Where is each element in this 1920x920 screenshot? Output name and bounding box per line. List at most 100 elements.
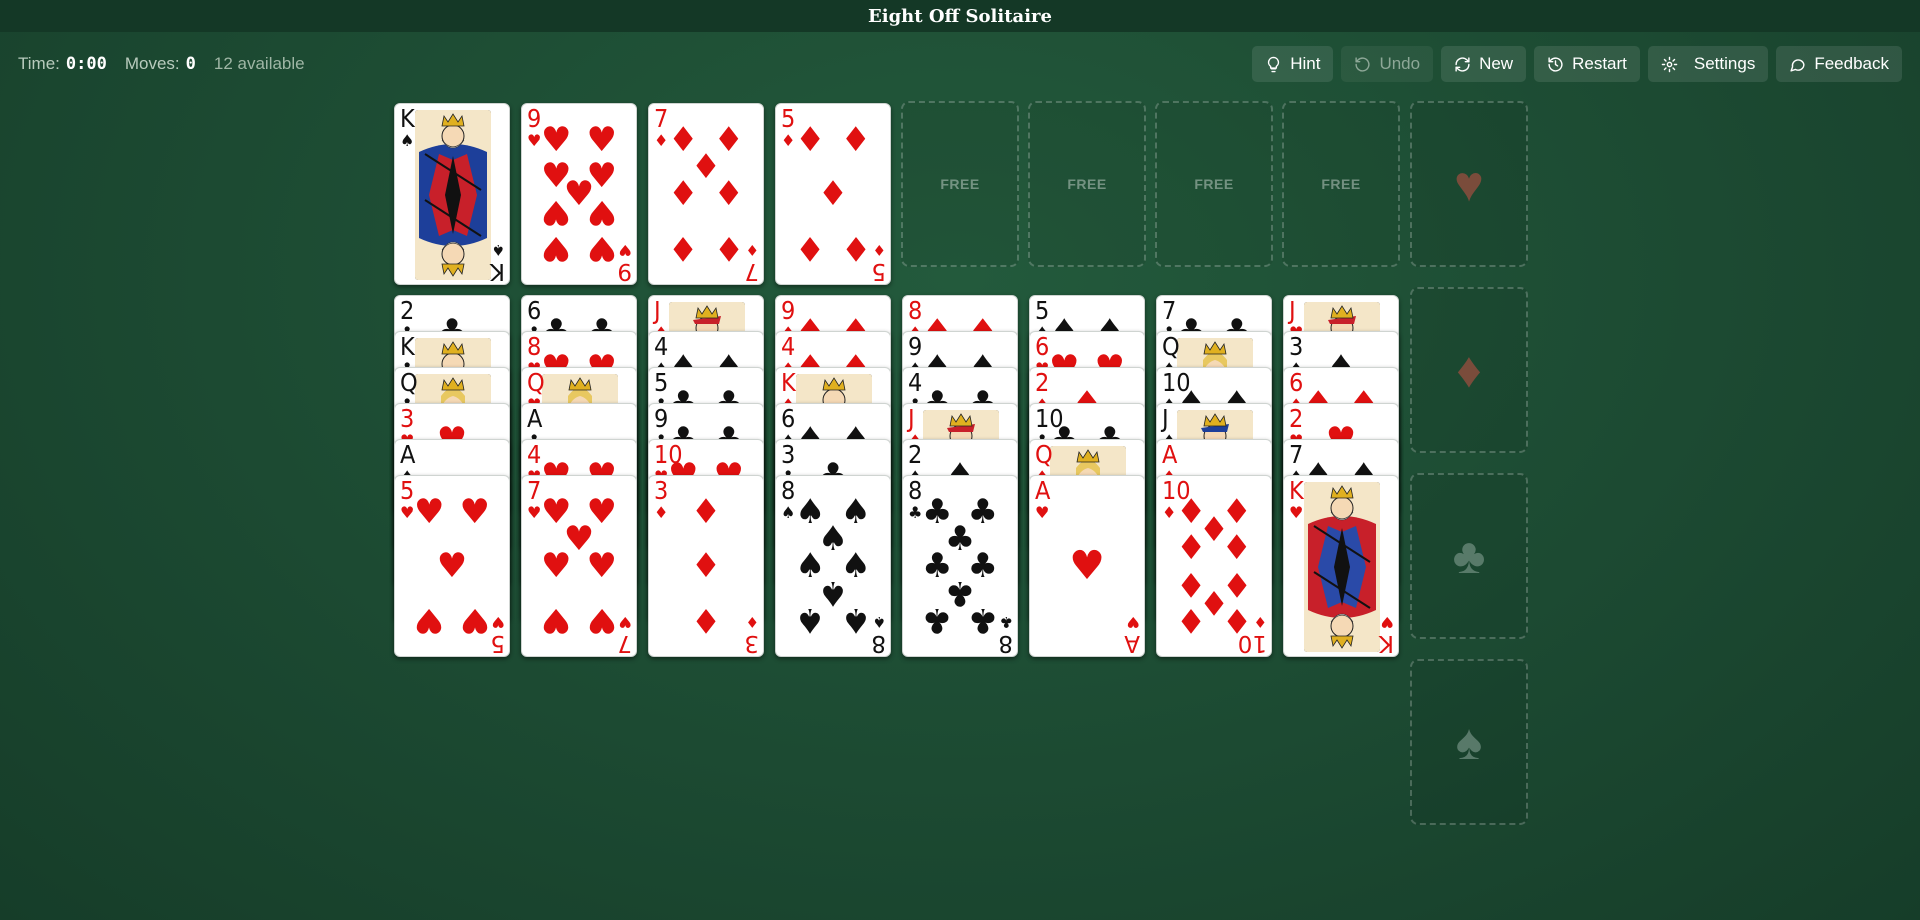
undo-button[interactable]: Undo bbox=[1341, 46, 1434, 82]
moves-label: Moves: bbox=[124, 54, 180, 73]
card-rank: J bbox=[1289, 296, 1296, 325]
card-rank: Q bbox=[1162, 332, 1180, 361]
card-rank: Q bbox=[1035, 440, 1053, 469]
free-cell-label: FREE bbox=[1321, 176, 1361, 192]
card-corner-bottom: K ♠ bbox=[489, 241, 505, 284]
card-rank: 3 bbox=[654, 476, 669, 505]
reserve-card-9-hearts[interactable]: ♥ ♥ ♥ ♥ ♥ ♥ ♥ ♥ ♥ 9 ♥ 9 ♥ bbox=[521, 103, 637, 285]
card-rank: K bbox=[400, 104, 415, 133]
card-rank: 9 bbox=[527, 104, 542, 133]
free-cell[interactable]: FREE bbox=[1155, 101, 1273, 267]
free-cell-label: FREE bbox=[940, 176, 980, 192]
status-bar: Time: 0:00 Moves: 0 12 available bbox=[18, 52, 305, 76]
time-value: 0:00 bbox=[65, 54, 107, 74]
feedback-button[interactable]: Feedback bbox=[1776, 46, 1902, 82]
reserve-card-k-spades[interactable]: K ♠ K ♠ bbox=[394, 103, 510, 285]
reserve-card-7-diamonds[interactable]: ♦ ♦ ♦ ♦ ♦ ♦ ♦ 7 ♦ 7 ♦ bbox=[648, 103, 764, 285]
card-rank: 8 bbox=[781, 476, 796, 505]
card-rank: 2 bbox=[908, 440, 923, 469]
card-rank: 9 bbox=[908, 332, 923, 361]
card-rank: 2 bbox=[400, 296, 415, 325]
foundation-hearts[interactable]: ♥ bbox=[1410, 101, 1528, 267]
hearts-pip-icon: ♥ bbox=[540, 546, 572, 586]
diamonds-pip-icon: ♦ bbox=[667, 228, 699, 268]
settings-button[interactable]: Settings bbox=[1647, 46, 1769, 82]
hearts-pip-icon: ♥ bbox=[540, 192, 572, 232]
hearts-pip-icon: ♥ bbox=[413, 600, 445, 640]
card-rank: A bbox=[527, 404, 543, 433]
undo-icon bbox=[1355, 56, 1371, 72]
diamonds-pip-icon: ♦ bbox=[713, 174, 745, 214]
diamonds-pip-icon: ♦ bbox=[817, 174, 849, 214]
card-rank: 10 bbox=[1162, 368, 1191, 397]
card-corner-bottom: 7 ♦ bbox=[744, 241, 759, 284]
card-rank: 7 bbox=[654, 104, 669, 133]
card-rank: J bbox=[1162, 404, 1169, 433]
diamond-icon: ♦ bbox=[1456, 342, 1482, 398]
tableau-card-5-hearts[interactable]: ♥ ♥ ♥ ♥ ♥ 5 ♥ 5 ♥ bbox=[394, 475, 510, 657]
foundation-clubs[interactable]: ♣ bbox=[1410, 473, 1528, 639]
card-rank: 3 bbox=[400, 404, 415, 433]
clubs-pip-icon: ♣ bbox=[921, 600, 953, 640]
tableau-card-8-spades[interactable]: ♠ ♠ ♠ ♠ ♠ ♠ ♠ ♠ 8 ♠ 8 ♠ bbox=[775, 475, 891, 657]
card-rank: K bbox=[781, 368, 796, 397]
free-cell[interactable]: FREE bbox=[1028, 101, 1146, 267]
card-rank: A bbox=[1035, 476, 1051, 505]
hearts-icon: ♥ bbox=[1289, 503, 1304, 522]
foundation-spades[interactable]: ♠ bbox=[1410, 659, 1528, 825]
card-rank: 3 bbox=[781, 440, 796, 469]
hearts-pip-icon: ♥ bbox=[436, 546, 468, 586]
card-rank: 9 bbox=[781, 296, 796, 325]
message-icon bbox=[1790, 58, 1805, 72]
card-rank: J bbox=[654, 296, 661, 325]
lightbulb-icon bbox=[1268, 56, 1280, 72]
card-rank: 8 bbox=[908, 476, 923, 505]
reserve-card-5-diamonds[interactable]: ♦ ♦ ♦ ♦ ♦ 5 ♦ 5 ♦ bbox=[775, 103, 891, 285]
card-rank: Q bbox=[527, 368, 545, 397]
free-cell-label: FREE bbox=[1067, 176, 1107, 192]
tableau-card-10-diamonds[interactable]: ♦ ♦ ♦ ♦ ♦ ♦ ♦ ♦ ♦ ♦ 10 ♦ 10 ♦ bbox=[1156, 475, 1272, 657]
moves-value: 0 bbox=[185, 54, 196, 74]
tableau-card-a-hearts[interactable]: ♥ A ♥ A ♥ bbox=[1029, 475, 1145, 657]
card-rank: 6 bbox=[781, 404, 796, 433]
free-cell[interactable]: FREE bbox=[1282, 101, 1400, 267]
card-rank: 6 bbox=[527, 296, 542, 325]
k-face-art bbox=[415, 110, 491, 280]
card-corner-bottom: 8 ♠ bbox=[871, 613, 886, 656]
diamonds-pip-icon: ♦ bbox=[1175, 528, 1207, 568]
card-rank: 5 bbox=[781, 104, 796, 133]
hearts-pip-icon: ♥ bbox=[459, 492, 491, 532]
card-corner-bottom: 7 ♥ bbox=[617, 613, 632, 656]
hearts-pip-icon: ♥ bbox=[1069, 543, 1105, 589]
free-cell[interactable]: FREE bbox=[901, 101, 1019, 267]
restart-button[interactable]: Restart bbox=[1534, 46, 1640, 82]
new-game-button[interactable]: New bbox=[1441, 46, 1527, 82]
toolbar: Hint Undo New Restart Settings Feedback bbox=[1252, 46, 1902, 82]
hearts-icon: ♥ bbox=[527, 131, 542, 150]
card-rank: 5 bbox=[654, 368, 669, 397]
spades-icon: ♠ bbox=[400, 131, 415, 150]
refresh-icon bbox=[1455, 56, 1470, 72]
card-rank: 5 bbox=[400, 476, 415, 505]
hint-button[interactable]: Hint bbox=[1252, 46, 1334, 82]
tableau-card-k-hearts[interactable]: K ♥ K ♥ bbox=[1283, 475, 1399, 657]
timer: Time: 0:00 bbox=[18, 54, 107, 74]
spade-icon: ♠ bbox=[1455, 714, 1483, 770]
hearts-icon: ♥ bbox=[1035, 503, 1050, 522]
time-label: Time: bbox=[18, 54, 60, 73]
tableau-card-8-clubs[interactable]: ♣ ♣ ♣ ♣ ♣ ♣ ♣ ♣ 8 ♣ 8 ♣ bbox=[902, 475, 1018, 657]
settings-label: Settings bbox=[1693, 54, 1756, 73]
diamonds-icon: ♦ bbox=[781, 131, 796, 150]
foundation-diamonds[interactable]: ♦ bbox=[1410, 287, 1528, 453]
card-rank: 10 bbox=[1162, 476, 1191, 505]
tableau-card-7-hearts[interactable]: ♥ ♥ ♥ ♥ ♥ ♥ ♥ 7 ♥ 7 ♥ bbox=[521, 475, 637, 657]
card-corner-bottom: A ♥ bbox=[1124, 613, 1140, 656]
hearts-icon: ♥ bbox=[400, 503, 415, 522]
card-corner-bottom: 10 ♦ bbox=[1237, 613, 1267, 656]
card-rank: 4 bbox=[781, 332, 796, 361]
diamonds-icon: ♦ bbox=[654, 131, 669, 150]
restart-label: Restart bbox=[1572, 54, 1627, 73]
card-rank: 2 bbox=[1289, 404, 1304, 433]
hearts-pip-icon: ♥ bbox=[540, 120, 572, 160]
tableau-card-3-diamonds[interactable]: ♦ ♦ ♦ 3 ♦ 3 ♦ bbox=[648, 475, 764, 657]
